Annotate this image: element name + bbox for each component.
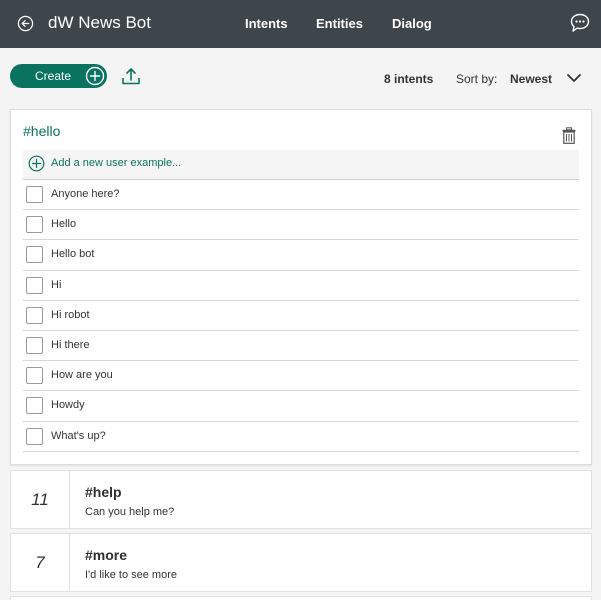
app-title: dW News Bot xyxy=(48,13,151,32)
create-button-label: Create xyxy=(35,69,72,83)
list-item[interactable]: Anyone here? xyxy=(23,180,579,211)
intent-example-count: 7 xyxy=(11,534,70,591)
example-checkbox[interactable] xyxy=(26,186,43,203)
sort-dropdown[interactable]: Newest xyxy=(510,72,552,86)
example-checkbox[interactable] xyxy=(26,367,43,385)
intent-row-help[interactable]: 11 #help Can you help me? xyxy=(10,470,592,529)
intent-row-more[interactable]: 7 #more I'd like to see more xyxy=(10,533,592,592)
intent-example-count: 11 xyxy=(11,471,70,528)
example-checkbox[interactable] xyxy=(26,336,43,354)
example-text: Hi xyxy=(51,278,62,291)
intent-card-expanded: #hello Add a new user example... Anyone … xyxy=(10,109,592,465)
top-bar: dW News Bot Intents Entities Dialog xyxy=(0,0,601,48)
example-checkbox[interactable] xyxy=(26,306,43,324)
list-item[interactable]: Howdy xyxy=(23,391,579,422)
list-item[interactable]: Hi robot xyxy=(23,301,579,331)
create-button[interactable]: Create xyxy=(10,64,107,88)
intent-example: Can you help me? xyxy=(85,506,175,518)
intent-example: I'd like to see more xyxy=(85,569,177,581)
trash-icon[interactable] xyxy=(562,127,576,144)
list-item[interactable]: Hi there xyxy=(23,331,579,362)
example-list: Anyone here? Hello Hello bot Hi Hi robot… xyxy=(23,180,579,452)
intent-row-partial[interactable] xyxy=(10,596,592,600)
list-item[interactable]: Hello xyxy=(23,210,579,241)
list-item[interactable]: What's up? xyxy=(23,422,579,452)
example-checkbox[interactable] xyxy=(26,397,43,415)
add-example-input[interactable]: Add a new user example... xyxy=(51,157,181,169)
tab-intents[interactable]: Intents xyxy=(245,16,288,31)
example-text: Hello xyxy=(51,218,77,231)
example-text: Hi there xyxy=(51,338,90,351)
list-item[interactable]: How are you xyxy=(23,361,579,392)
plus-circle-icon xyxy=(85,66,105,86)
list-item[interactable]: Hi xyxy=(23,271,579,301)
example-checkbox[interactable] xyxy=(26,246,43,264)
chat-icon[interactable] xyxy=(569,12,591,34)
intent-name: #more xyxy=(85,547,128,563)
example-text: Hello bot xyxy=(51,248,95,261)
tab-entities[interactable]: Entities xyxy=(316,16,363,31)
intent-count: 8 intents xyxy=(384,72,434,86)
example-checkbox[interactable] xyxy=(26,276,43,294)
chevron-down-icon[interactable] xyxy=(566,73,582,83)
example-text: How are you xyxy=(51,369,113,382)
plus-circle-icon xyxy=(28,155,45,172)
back-arrow-icon[interactable] xyxy=(17,15,34,32)
intent-name: #help xyxy=(85,484,122,500)
tab-dialog[interactable]: Dialog xyxy=(392,16,432,31)
example-text: Anyone here? xyxy=(51,188,120,200)
upload-icon[interactable] xyxy=(121,66,141,86)
sort-label: Sort by: xyxy=(456,72,498,86)
example-text: What's up? xyxy=(51,429,106,442)
example-checkbox[interactable] xyxy=(26,216,43,234)
intent-title[interactable]: #hello xyxy=(23,123,60,139)
list-item[interactable]: Hello bot xyxy=(23,240,579,271)
example-text: Howdy xyxy=(51,399,85,412)
example-text: Hi robot xyxy=(51,308,90,321)
example-checkbox[interactable] xyxy=(26,427,43,445)
add-example-row[interactable]: Add a new user example... xyxy=(23,150,579,180)
